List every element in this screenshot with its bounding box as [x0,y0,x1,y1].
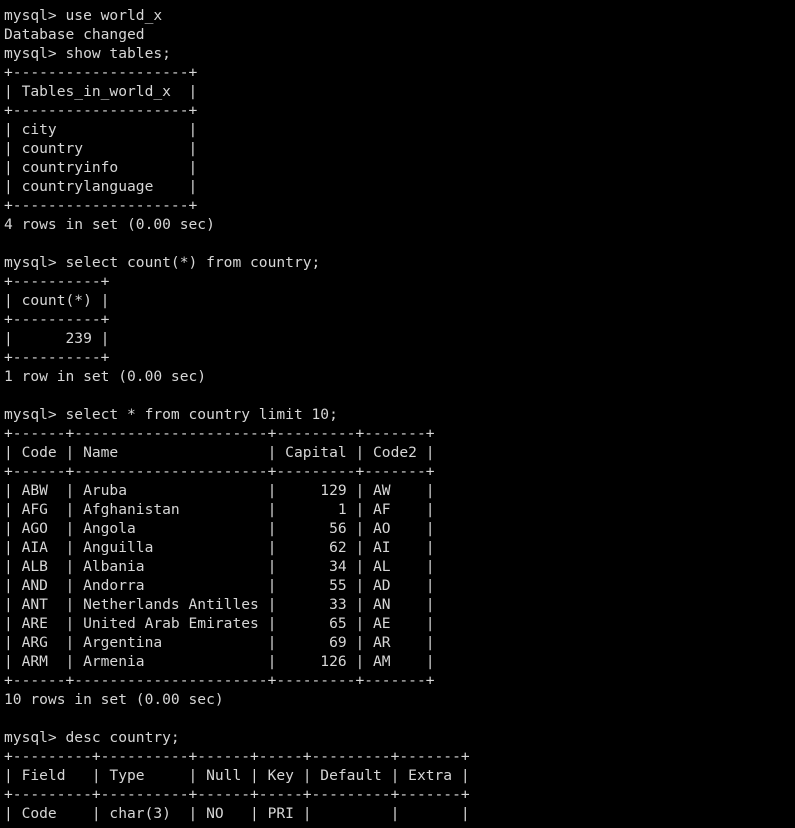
terminal-line: | Tables_in_world_x | [4,83,198,100]
terminal-line: | AFG | Afghanistan | 1 | AF | [4,501,435,518]
terminal-line: | Code | char(3) | NO | PRI | | | [4,805,470,822]
terminal-line: | ABW | Aruba | 129 | AW | [4,482,435,499]
terminal-line: | AGO | Angola | 56 | AO | [4,520,435,537]
terminal-line: +--------------------+ [4,64,198,81]
terminal-line: +--------------------+ [4,197,198,214]
terminal-line: Database changed [4,26,145,43]
terminal-line: | AIA | Anguilla | 62 | AI | [4,539,435,556]
terminal-line: +--------------------+ [4,102,198,119]
terminal-output[interactable]: mysql> use world_x Database changed mysql>… [0,0,795,828]
terminal-line: +----------+ [4,273,110,290]
terminal-line: | AND | Andorra | 55 | AD | [4,577,435,594]
terminal-line: mysql> use world_x [4,7,163,24]
terminal-line: | countryinfo | [4,159,198,176]
terminal-line: +---------+----------+------+-----+-----… [4,748,470,765]
terminal-line: +------+----------------------+---------… [4,463,435,480]
terminal-line: | ANT | Netherlands Antilles | 33 | AN | [4,596,435,613]
terminal-line: mysql> desc country; [4,729,180,746]
terminal-line: +---------+----------+------+-----+-----… [4,786,470,803]
terminal-line: | ARG | Argentina | 69 | AR | [4,634,435,651]
terminal-line: | country | [4,140,198,157]
terminal-line: 4 rows in set (0.00 sec) [4,216,215,233]
terminal-line: | ARM | Armenia | 126 | AM | [4,653,435,670]
terminal-line: | city | [4,121,198,138]
terminal-line: 10 rows in set (0.00 sec) [4,691,224,708]
terminal-line: | count(*) | [4,292,110,309]
terminal-line: +------+----------------------+---------… [4,425,435,442]
terminal-line: mysql> select * from country limit 10; [4,406,338,423]
terminal-line: | Field | Type | Null | Key | Default | … [4,767,470,784]
terminal-line: +------+----------------------+---------… [4,672,435,689]
terminal-line: +----------+ [4,311,110,328]
terminal-line: | ALB | Albania | 34 | AL | [4,558,435,575]
terminal-line: | ARE | United Arab Emirates | 65 | AE | [4,615,435,632]
terminal-line: | Code | Name | Capital | Code2 | [4,444,435,461]
terminal-line: +----------+ [4,349,110,366]
terminal-line: | 239 | [4,330,110,347]
terminal-line: mysql> select count(*) from country; [4,254,321,271]
terminal-line: mysql> show tables; [4,45,171,62]
terminal-line: 1 row in set (0.00 sec) [4,368,207,385]
terminal-line: | countrylanguage | [4,178,198,195]
